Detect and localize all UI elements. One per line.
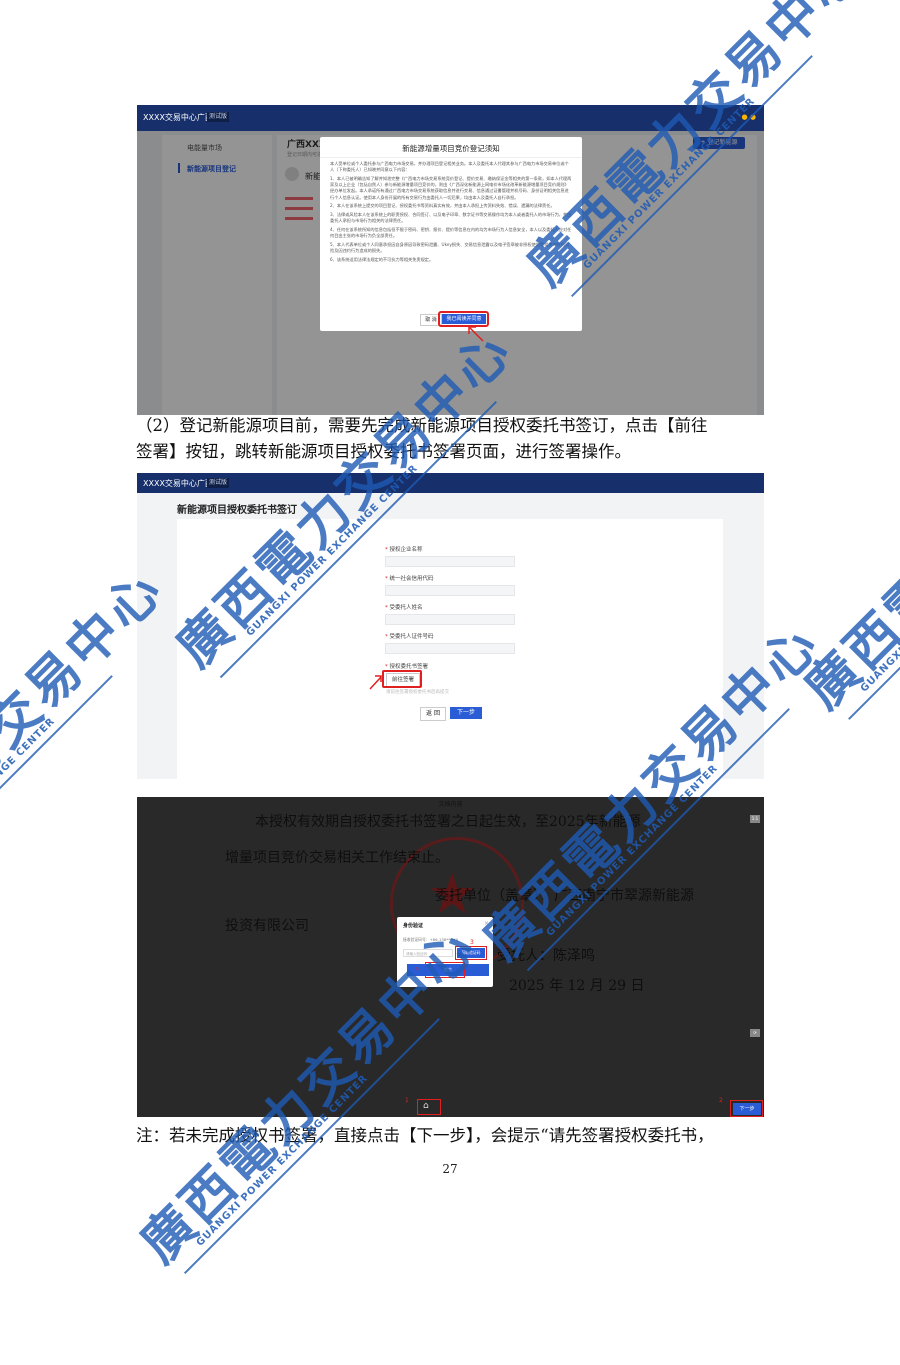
trustee-name-input[interactable]: [385, 614, 515, 625]
identity-verification-dialog: 身份验证 × 接收验证码号：+86-138*****0 请输入验证码 获取验证码…: [397, 917, 493, 987]
field-label: * 授权委托书签署: [385, 664, 429, 670]
watermark-english: GUANGXI POWER EXCHANGE CENTER: [0, 715, 58, 892]
step-number: 1: [405, 1097, 409, 1104]
step-number: 2: [719, 1097, 723, 1104]
notice-modal: 新能源增量项目竞价登记须知 本人受单位或个人委托参与广西电力市场交易，并办理项目…: [320, 137, 582, 331]
instruction-line-1: （2）登记新能源项目前，需要先完成新能源项目授权委托书签订，点击【前往: [136, 416, 708, 435]
screenshot-registration-notice: XXXX交易中心广西 测试版 ● ● 电能量市场 新能源项目登记 广西XXX：X…: [137, 105, 764, 415]
dialog-title: 身份验证: [403, 923, 424, 929]
highlight-box: [417, 1099, 441, 1115]
modal-title: 新能源增量项目竞价登记须知: [402, 144, 500, 153]
notice-paragraph: 6、该系统适用法律法规定的不可抗力等相关免责规定。: [330, 256, 434, 262]
highlight-box: [730, 1100, 763, 1117]
back-button[interactable]: 返 回: [420, 707, 446, 721]
watermark-english: GUANGXI POWER EXCHANGE CENTER: [858, 519, 900, 695]
verification-code-input[interactable]: 请输入验证码: [403, 949, 453, 957]
zoom-button[interactable]: 1:1: [750, 815, 760, 823]
watermark-rule: [0, 675, 113, 917]
download-icon[interactable]: ⌂: [423, 1101, 429, 1111]
company-name-input[interactable]: [385, 556, 515, 567]
notice-paragraph: 4、任何在该系统所知的信息包括但不限于密码、密钥、报价、提价等信息在内的均为市场…: [330, 226, 572, 239]
field-label: * 授权企业名称: [385, 547, 423, 553]
modal-body: 本人受单位或个人委托参与广西电力市场交易，并办理项目登记相关业务。本人及委托本人…: [330, 161, 572, 265]
watermark-rule: [848, 485, 900, 720]
notice-paragraph: 3、法律或风险本人在该系统上的职责授权、合同签订、以及电子印章、数字证书等交易操…: [330, 211, 572, 224]
instruction-line-2: 签署】按钮，跳转新能源项目授权委托书签署页面，进行签署操作。: [136, 442, 631, 461]
red-arrow-icon: [369, 675, 382, 690]
highlight-box: [425, 962, 465, 978]
next-button[interactable]: 下一步: [450, 707, 482, 719]
screenshot-sign-verification: 文档内容 ★ 本授权有效期自授权委托书签署之日起生效，至2025年新能源 增量项…: [137, 797, 764, 1117]
app-brand: XXXX交易中心广西: [143, 113, 213, 122]
step-number: 4: [415, 966, 419, 973]
close-icon[interactable]: ×: [484, 920, 489, 927]
divider: [320, 157, 582, 158]
notice-paragraph: 5、本人代表单位或个人同意承担因自身原因导致密码泄露、Ukey损失、交易信息泄露…: [330, 241, 570, 253]
notice-paragraph: 2、本人在该系统上提交的项目登记、授权委托书等资料真实有效，并由本人承担上传资料…: [330, 203, 555, 209]
top-nav-bar: XXXX交易中心广西 测试版 ● ●: [137, 105, 764, 131]
sign-hint: 请前往签署授权委托书后再提交: [386, 690, 449, 695]
credit-code-input[interactable]: [385, 585, 515, 596]
brand-tag: 测试版: [207, 112, 229, 122]
bell-icon[interactable]: ● ●: [742, 113, 756, 121]
field-label: * 统一社会信用代码: [385, 576, 434, 582]
rotate-button[interactable]: ⟳: [750, 1029, 760, 1037]
phone-label: 接收验证码号：+86-138*****0: [403, 937, 459, 942]
notice-paragraph: 本人受单位或个人委托参与广西电力市场交易，并办理项目登记相关业务。本人及委托本人…: [330, 161, 569, 173]
red-arrow-icon: [468, 326, 484, 342]
watermark-text: 廣西電力交易中心: [792, 360, 900, 721]
field-label: * 受委托人姓名: [385, 605, 423, 611]
brand-tag: 测试版: [207, 478, 229, 488]
authorization-form: * 授权企业名称 * 统一社会信用代码 * 受委托人姓名 * 受委托人证件号码 …: [177, 519, 723, 779]
note-line: 注：若未完成授权书签署，直接点击【下一步】，会提示“请先签署授权委托书，: [136, 1126, 714, 1145]
page-title: 新能源项目授权委托书签订: [177, 505, 297, 516]
highlight-box: [382, 670, 422, 688]
notice-paragraph: 1、本人已被明确告知了解并知悉完整《广西电力市场交易系统竞价登记、提价交易、缴纳…: [330, 175, 572, 200]
top-nav-bar: XXXX交易中心广西 测试版: [137, 473, 764, 493]
app-brand: XXXX交易中心广西: [143, 479, 213, 488]
screenshot-authorization-form: XXXX交易中心广西 测试版 新能源项目授权委托书签订 * 授权企业名称 * 统…: [137, 473, 764, 779]
page-number: 27: [442, 1162, 458, 1176]
highlight-box: [455, 946, 487, 960]
field-label: * 受委托人证件号码: [385, 634, 434, 640]
step-number: 3: [470, 939, 474, 946]
trustee-id-input[interactable]: [385, 643, 515, 654]
